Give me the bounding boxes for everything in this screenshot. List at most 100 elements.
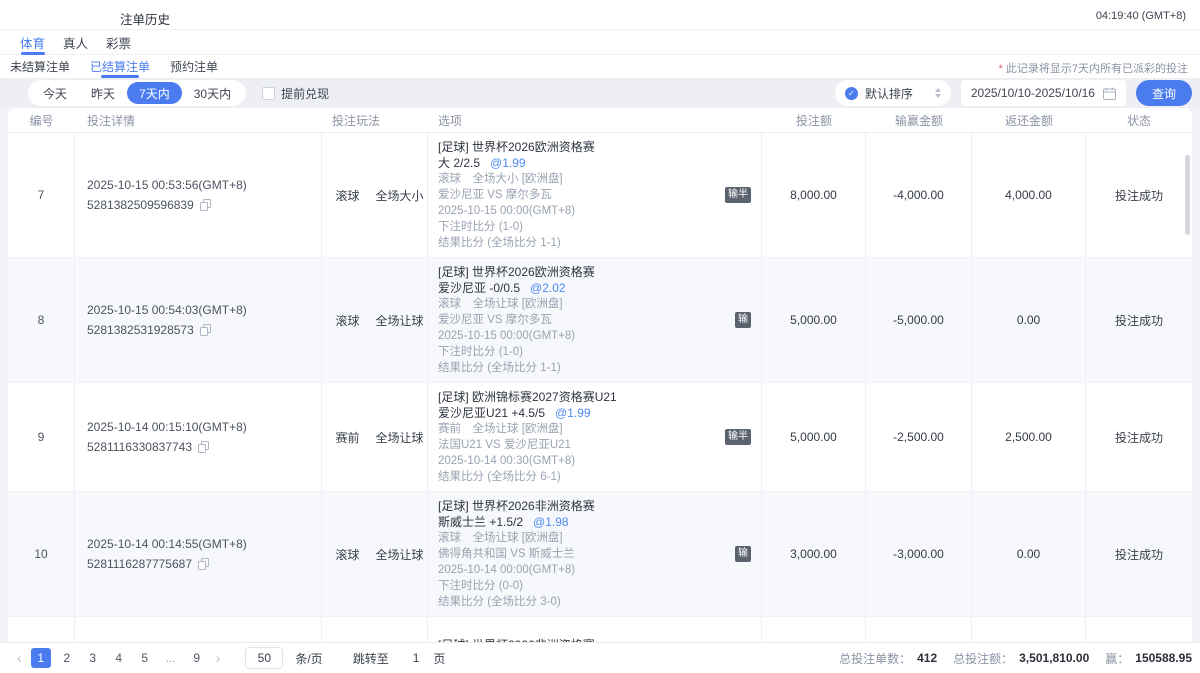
- early-cashout-toggle[interactable]: 提前兑现: [262, 85, 329, 102]
- option-detail-line: 2025-10-15 00:00(GMT+8): [438, 203, 751, 219]
- tab-体育[interactable]: 体育: [18, 30, 47, 55]
- cell-play-type: 滚球全场让球: [322, 617, 428, 642]
- stake-amount: 5,000.00: [790, 430, 837, 444]
- next-page-icon[interactable]: ›: [213, 650, 224, 666]
- odds-value: @1.98: [533, 515, 569, 529]
- cell-row-number: 11: [8, 617, 75, 642]
- quick-filter-今天[interactable]: 今天: [31, 82, 79, 104]
- checkbox-icon[interactable]: [262, 87, 275, 100]
- cell-row-number: 9: [8, 383, 75, 491]
- cell-payout: 10,000.00: [972, 617, 1086, 642]
- odds-value: @1.99: [490, 156, 526, 170]
- odds-value: @2.02: [530, 281, 566, 295]
- option-selection: 大 2/2.5@1.99: [438, 155, 751, 171]
- table-header: 编号投注详情投注玩法选项投注额输赢金额返还金额状态: [8, 108, 1192, 133]
- early-cashout-label: 提前兑现: [281, 85, 329, 102]
- bet-id: 5281382509596839: [87, 195, 194, 215]
- payout-amount: 2,500.00: [1005, 430, 1052, 444]
- option-detail-line: 佛得角共和国 VS 斯威士兰: [438, 546, 751, 562]
- sort-select[interactable]: ✓ 默认排序: [835, 80, 951, 106]
- sub-tabs-row: 未结算注单已结算注单预约注单 *此记录将显示7天内所有已派彩的投注: [0, 55, 1200, 78]
- sort-caret-icon: [935, 88, 941, 98]
- option-detail-line: 结果比分 (全场比分 1-1): [438, 360, 751, 376]
- quick-filter-7天内[interactable]: 7天内: [127, 82, 182, 104]
- bet-time: 2025-10-14 00:14:55(GMT+8): [87, 534, 321, 554]
- row-number: 7: [38, 188, 45, 202]
- cell-win-loss: -5,000.00: [866, 258, 972, 382]
- page-header: 注单历史 04:19:40 (GMT+8): [0, 0, 1200, 30]
- subtab-未结算注单[interactable]: 未结算注单: [10, 55, 70, 78]
- page-button-1[interactable]: 1: [31, 648, 51, 668]
- cell-stake: 5,000.00: [762, 617, 866, 642]
- cell-stake: 5,000.00: [762, 383, 866, 491]
- scrollbar-thumb[interactable]: [1185, 155, 1190, 235]
- cell-status: 投注成功: [1086, 133, 1192, 257]
- page-button-2[interactable]: 2: [57, 648, 77, 668]
- stake-amount: 3,000.00: [790, 547, 837, 561]
- row-number: 10: [34, 547, 47, 561]
- cell-row-number: 10: [8, 492, 75, 616]
- page-button-3[interactable]: 3: [83, 648, 103, 668]
- odds-value: @1.99: [555, 406, 591, 420]
- option-detail-line: 滚球 全场让球 [欧洲盘]: [438, 296, 751, 312]
- table-row: 112025-10-14 00:14:41(GMT+8)滚球全场让球[足球] 世…: [8, 617, 1192, 642]
- quick-filter-昨天[interactable]: 昨天: [79, 82, 127, 104]
- cell-option: [足球] 世界杯2026欧洲资格赛大 2/2.5@1.99滚球 全场大小 [欧洲…: [428, 133, 762, 257]
- result-badge: 输半: [725, 187, 751, 203]
- subtab-预约注单[interactable]: 预约注单: [170, 55, 218, 78]
- date-range-value: 2025/10/10-2025/10/16: [971, 86, 1095, 100]
- page-button-4[interactable]: 4: [109, 648, 129, 668]
- win-loss-amount: -4,000.00: [893, 188, 944, 202]
- page-button-5[interactable]: 5: [135, 648, 155, 668]
- cell-option: [足球] 世界杯2026非洲资格赛斯威士兰 +1.5/2@1.98滚球 全场让球…: [428, 492, 762, 616]
- copy-icon[interactable]: [198, 441, 209, 453]
- cell-status: 投注成功: [1086, 383, 1192, 491]
- option-detail-line: 2025-10-15 00:00(GMT+8): [438, 328, 751, 344]
- total-label: 赢：: [1105, 650, 1129, 667]
- sort-select-label: 默认排序: [865, 85, 913, 102]
- play-type: 滚球: [335, 312, 359, 329]
- totals-summary: 总投注单数：412总投注额：3,501,810.00赢：150588.95: [839, 650, 1192, 667]
- copy-icon[interactable]: [198, 558, 209, 570]
- cell-stake: 3,000.00: [762, 492, 866, 616]
- column-header-返还金额: 返还金额: [972, 112, 1086, 129]
- play-type: 全场让球: [376, 429, 424, 446]
- table-row: 102025-10-14 00:14:55(GMT+8)528111628777…: [8, 492, 1192, 617]
- cell-payout: 0.00: [972, 492, 1086, 616]
- status-text: 投注成功: [1115, 429, 1163, 446]
- page-size-select[interactable]: 50: [245, 647, 283, 669]
- page-ellipsis: ...: [161, 648, 181, 668]
- cell-stake: 5,000.00: [762, 258, 866, 382]
- record-note: *此记录将显示7天内所有已派彩的投注: [999, 60, 1188, 76]
- prev-page-icon[interactable]: ‹: [14, 650, 25, 666]
- date-quick-filters: 今天昨天7天内30天内: [28, 80, 246, 106]
- result-badge: 输: [735, 312, 751, 328]
- tab-真人[interactable]: 真人: [61, 30, 90, 55]
- option-selection: 爱沙尼亚U21 +4.5/5@1.99: [438, 405, 751, 421]
- jump-page-input[interactable]: 1: [413, 651, 420, 665]
- cell-row-number: 8: [8, 258, 75, 382]
- note-star: *: [999, 63, 1003, 75]
- status-text: 投注成功: [1115, 312, 1163, 329]
- cell-win-loss: -4,000.00: [866, 133, 972, 257]
- bet-id-row: 5281382531928573: [87, 320, 321, 340]
- date-range-picker[interactable]: 2025/10/10-2025/10/16: [961, 80, 1126, 106]
- quick-filter-30天内[interactable]: 30天内: [182, 82, 243, 104]
- option-selection: 爱沙尼亚 -0/0.5@2.02: [438, 280, 751, 296]
- page-button-9[interactable]: 9: [187, 648, 207, 668]
- pagination: ‹12345...9›50条/页跳转至1页: [14, 647, 455, 669]
- tab-彩票[interactable]: 彩票: [104, 30, 133, 55]
- cell-play-type: 赛前全场让球: [322, 383, 428, 491]
- cell-bet-detail: 2025-10-15 00:53:56(GMT+8)52813825095968…: [75, 133, 322, 257]
- bets-table: 编号投注详情投注玩法选项投注额输赢金额返还金额状态 7 2025-10-15 00…: [8, 108, 1192, 642]
- cell-win-loss: 5,000.00: [866, 617, 972, 642]
- table-row: 7 2025-10-15 00:53:56(GMT+8)5281382509596…: [8, 133, 1192, 258]
- total-value: 3,501,810.00: [1019, 651, 1089, 665]
- copy-icon[interactable]: [200, 199, 211, 211]
- bet-time: 2025-10-14 00:15:10(GMT+8): [87, 417, 321, 437]
- status-text: 投注成功: [1115, 187, 1163, 204]
- copy-icon[interactable]: [200, 324, 211, 336]
- cell-bet-detail: 2025-10-14 00:14:41(GMT+8): [75, 617, 322, 642]
- subtab-已结算注单[interactable]: 已结算注单: [90, 55, 150, 78]
- search-button[interactable]: 查询: [1136, 80, 1192, 106]
